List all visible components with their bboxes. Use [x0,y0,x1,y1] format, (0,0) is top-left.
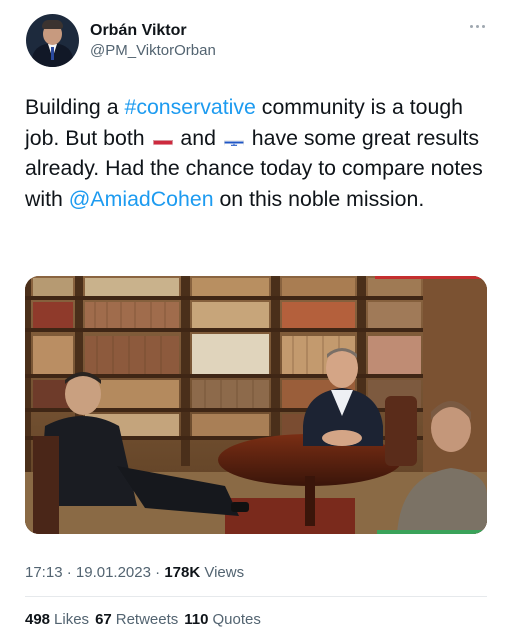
tweet-text-part: and [174,125,222,150]
avatar-hair [42,20,63,29]
tweet-text: Building a #conservative community is a … [25,92,495,214]
likes-count: 498 [25,611,51,628]
hungary-flag-icon [152,132,173,146]
author-name[interactable]: Orbán Viktor [90,22,187,40]
more-options-icon[interactable] [466,20,488,32]
avatar-tie [51,47,54,60]
tweet-time[interactable]: 17:13 [25,564,63,581]
more-dot [469,24,473,28]
views-label: Views [204,564,245,581]
tweet-photo[interactable] [25,276,487,534]
meta-separator: · [62,564,76,581]
author-avatar[interactable] [26,14,79,67]
more-dot [475,24,479,28]
likes-stat[interactable]: 498 Likes [25,611,89,628]
tweet-text-part: on this noble mission. [213,186,425,211]
photo-illustration [25,276,487,534]
retweets-stat[interactable]: 67 Retweets [95,611,178,628]
tweet-date[interactable]: 19.01.2023 [76,564,151,581]
quotes-count: 110 [184,611,209,628]
author-handle[interactable]: @PM_ViktorOrban [90,42,216,59]
quotes-label: Quotes [212,611,261,628]
retweets-label: Retweets [115,611,179,628]
tweet-stats: 498 Likes 67 Retweets 110 Quotes [25,611,261,628]
meta-separator: · [150,564,165,581]
more-dot [481,24,485,28]
views-count: 178K [164,564,201,581]
israel-flag-icon [223,132,244,146]
tweet-meta: 17:13 · 19.01.2023 · 178K Views [25,564,244,581]
quotes-stat[interactable]: 110 Quotes [184,611,261,628]
divider [25,596,487,597]
hashtag-link[interactable]: #conservative [124,95,255,119]
retweets-count: 67 [95,611,112,628]
likes-label: Likes [54,611,90,628]
mention-link[interactable]: @AmiadCohen [69,187,214,211]
tweet-text-part: Building a [25,95,125,119]
